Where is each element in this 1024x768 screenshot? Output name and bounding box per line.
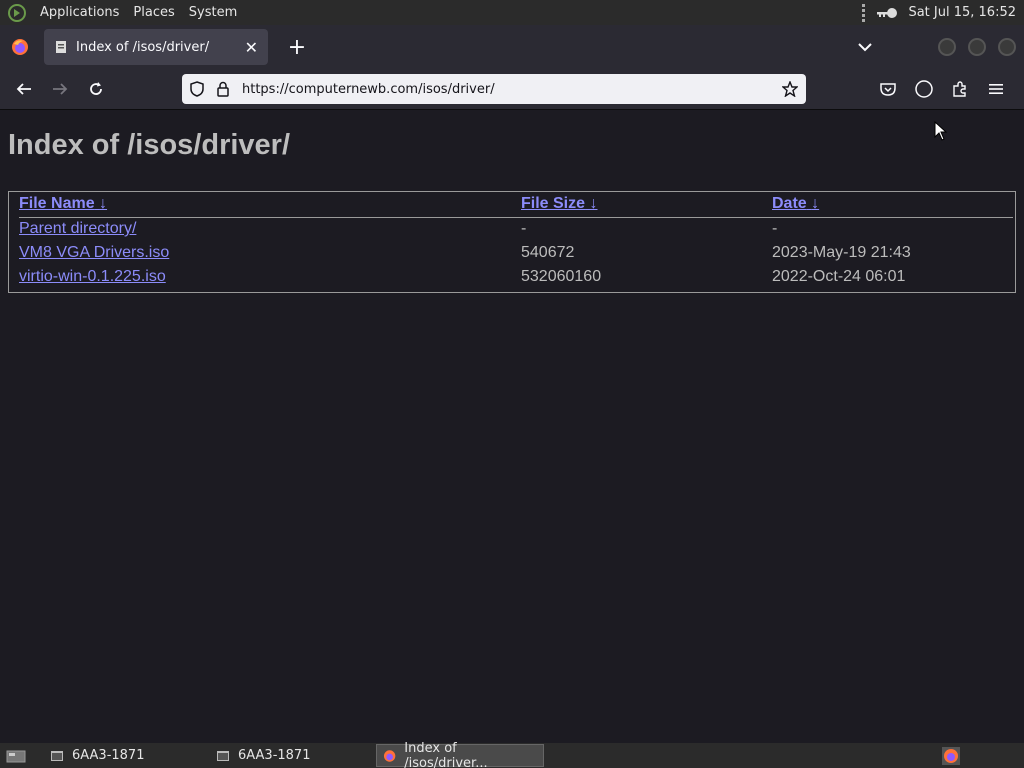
tray-firefox-button[interactable] [936,744,966,767]
sort-by-date-link[interactable]: Date ↓ [772,195,819,212]
chevron-down-icon [858,43,872,52]
parent-directory-link[interactable]: Parent directory/ [19,220,136,238]
firefox-icon [12,39,28,55]
file-size: - [521,220,527,237]
account-button[interactable] [906,73,942,105]
bottom-taskbar: 6AA3-1871 6AA3-1871 Index of /isos/drive… [0,740,1024,768]
list-all-tabs-button[interactable] [850,42,880,52]
account-icon [915,80,933,98]
places-menu[interactable]: Places [127,5,180,20]
key-icon[interactable] [876,7,898,19]
maximize-window-button[interactable] [968,38,986,56]
date-header[interactable]: Date ↓ [772,195,819,213]
forward-arrow-icon [53,83,68,95]
desktop-icon [6,750,26,762]
extensions-button[interactable] [942,73,978,105]
table-row: VM8 VGA Drivers.iso 540672 2023-May-19 2… [19,244,1013,268]
mouse-cursor-icon [934,121,948,141]
page-title: Index of /isos/driver/ [8,129,291,161]
panel-handle-icon [862,3,866,22]
file-link[interactable]: virtio-win-0.1.225.iso [19,268,166,286]
url-text[interactable]: https://computernewb.com/isos/driver/ [242,82,782,97]
file-listing-table: File Name ↓ File Size ↓ Date ↓ Parent di… [8,191,1016,293]
pocket-icon [880,83,896,96]
url-bar[interactable]: https://computernewb.com/isos/driver/ [182,74,806,104]
taskbar-window-button[interactable]: Index of /isos/driver... [376,740,544,768]
applications-menu[interactable]: Applications [34,5,125,20]
taskbar-window-label: 6AA3-1871 [238,748,311,763]
show-desktop-button[interactable] [0,744,32,767]
app-menu-button[interactable] [978,73,1014,105]
firefox-view-button[interactable] [0,38,40,56]
clock[interactable]: Sat Jul 15, 16:52 [908,5,1016,20]
reload-icon [90,82,102,95]
taskbar-window-button[interactable]: 6AA3-1871 [210,744,374,767]
firefox-icon [383,749,396,762]
minimize-window-button[interactable] [938,38,956,56]
window-icon [51,750,63,761]
file-date: 2022-Oct-24 06:01 [772,268,906,285]
page-content: Index of /isos/driver/ File Name ↓ File … [0,111,1024,743]
sort-by-name-link[interactable]: File Name ↓ [19,195,107,212]
file-date: 2023-May-19 21:43 [772,244,911,261]
taskbar-window-label: Index of /isos/driver... [404,740,488,768]
forward-button[interactable] [42,73,78,105]
distro-logo-icon[interactable] [8,3,26,22]
shield-icon[interactable] [190,81,204,97]
firefox-icon [942,746,960,765]
bookmark-star-icon[interactable] [782,81,798,97]
table-row: virtio-win-0.1.225.iso 532060160 2022-Oc… [19,268,1013,292]
puzzle-icon [953,81,966,97]
pocket-button[interactable] [870,73,906,105]
window-icon [217,750,229,761]
reload-button[interactable] [78,73,114,105]
table-header: File Name ↓ File Size ↓ Date ↓ [19,194,1013,218]
navigation-toolbar: https://computernewb.com/isos/driver/ [0,69,1024,110]
top-panel: Applications Places System Sat Jul 15, 1… [0,0,1024,25]
file-link[interactable]: VM8 VGA Drivers.iso [19,244,169,262]
lock-icon[interactable] [216,81,230,97]
file-size-header[interactable]: File Size ↓ [521,195,597,213]
taskbar-window-button[interactable]: 6AA3-1871 [44,744,208,767]
close-window-button[interactable] [998,38,1016,56]
taskbar-window-label: 6AA3-1871 [72,748,145,763]
back-button[interactable] [6,73,42,105]
system-menu[interactable]: System [183,5,243,20]
tab-title: Index of /isos/driver/ [76,39,210,55]
file-size: 532060160 [521,268,602,285]
file-date: - [772,220,778,237]
new-tab-button[interactable]: + [284,35,310,60]
table-row: Parent directory/ - - [19,220,1013,244]
tab-strip: Index of /isos/driver/ ✕ + [0,25,1024,69]
hamburger-menu-icon [989,84,1003,94]
file-size: 540672 [521,244,575,261]
back-arrow-icon [16,83,31,95]
tab-active[interactable]: Index of /isos/driver/ ✕ [44,29,268,65]
file-name-header[interactable]: File Name ↓ [19,195,107,213]
sort-by-size-link[interactable]: File Size ↓ [521,195,597,212]
close-tab-icon[interactable]: ✕ [245,38,258,57]
page-favicon-icon [56,41,66,53]
